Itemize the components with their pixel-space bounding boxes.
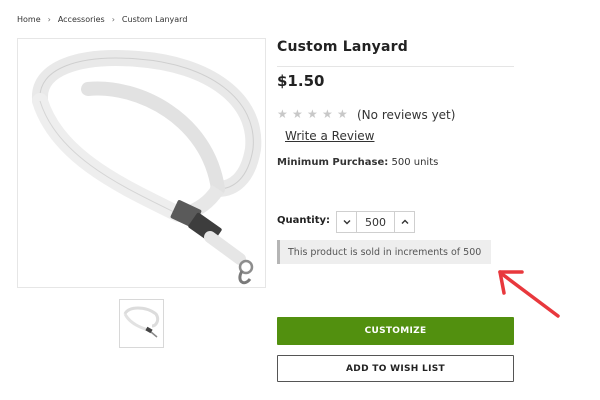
increment-notice: This product is sold in increments of 50… <box>277 240 491 264</box>
quantity-decrement-button[interactable] <box>337 212 357 232</box>
star-empty-icon: ★ <box>292 107 303 121</box>
annotation-arrow-icon <box>498 270 560 318</box>
star-empty-icon: ★ <box>322 107 333 121</box>
chevron-down-icon <box>343 220 350 225</box>
breadcrumb-home[interactable]: Home <box>17 15 41 24</box>
quantity-increment-button[interactable] <box>394 212 414 232</box>
title-divider <box>277 66 514 67</box>
customize-button[interactable]: CUSTOMIZE <box>277 317 514 345</box>
star-empty-icon: ★ <box>307 107 318 121</box>
minimum-purchase: Minimum Purchase: 500 units <box>277 157 438 168</box>
breadcrumb: Home › Accessories › Custom Lanyard <box>17 15 187 24</box>
breadcrumb-accessories[interactable]: Accessories <box>58 15 105 24</box>
star-empty-icon: ★ <box>337 107 348 121</box>
quantity-input[interactable]: 500 <box>357 216 394 229</box>
lanyard-image <box>32 50 262 285</box>
product-title: Custom Lanyard <box>277 39 408 55</box>
no-reviews-text: (No reviews yet) <box>357 108 456 122</box>
quantity-label: Quantity: <box>277 215 330 226</box>
add-to-wishlist-button[interactable]: ADD TO WISH LIST <box>277 355 514 382</box>
lanyard-thumbnail-image <box>123 306 160 338</box>
min-purchase-label: Minimum Purchase: <box>277 157 389 168</box>
product-thumbnail[interactable] <box>119 299 164 348</box>
product-price: $1.50 <box>277 72 325 90</box>
breadcrumb-separator: › <box>111 15 115 24</box>
breadcrumb-separator: › <box>47 15 51 24</box>
rating-stars: ★ ★ ★ ★ ★ <box>277 108 349 120</box>
product-main-image[interactable] <box>17 38 266 288</box>
breadcrumb-current: Custom Lanyard <box>121 15 188 24</box>
chevron-up-icon <box>401 219 408 224</box>
quantity-stepper: 500 <box>336 211 415 233</box>
min-purchase-value: 500 units <box>391 157 439 168</box>
star-empty-icon: ★ <box>277 107 288 121</box>
write-review-link[interactable]: Write a Review <box>285 129 374 143</box>
